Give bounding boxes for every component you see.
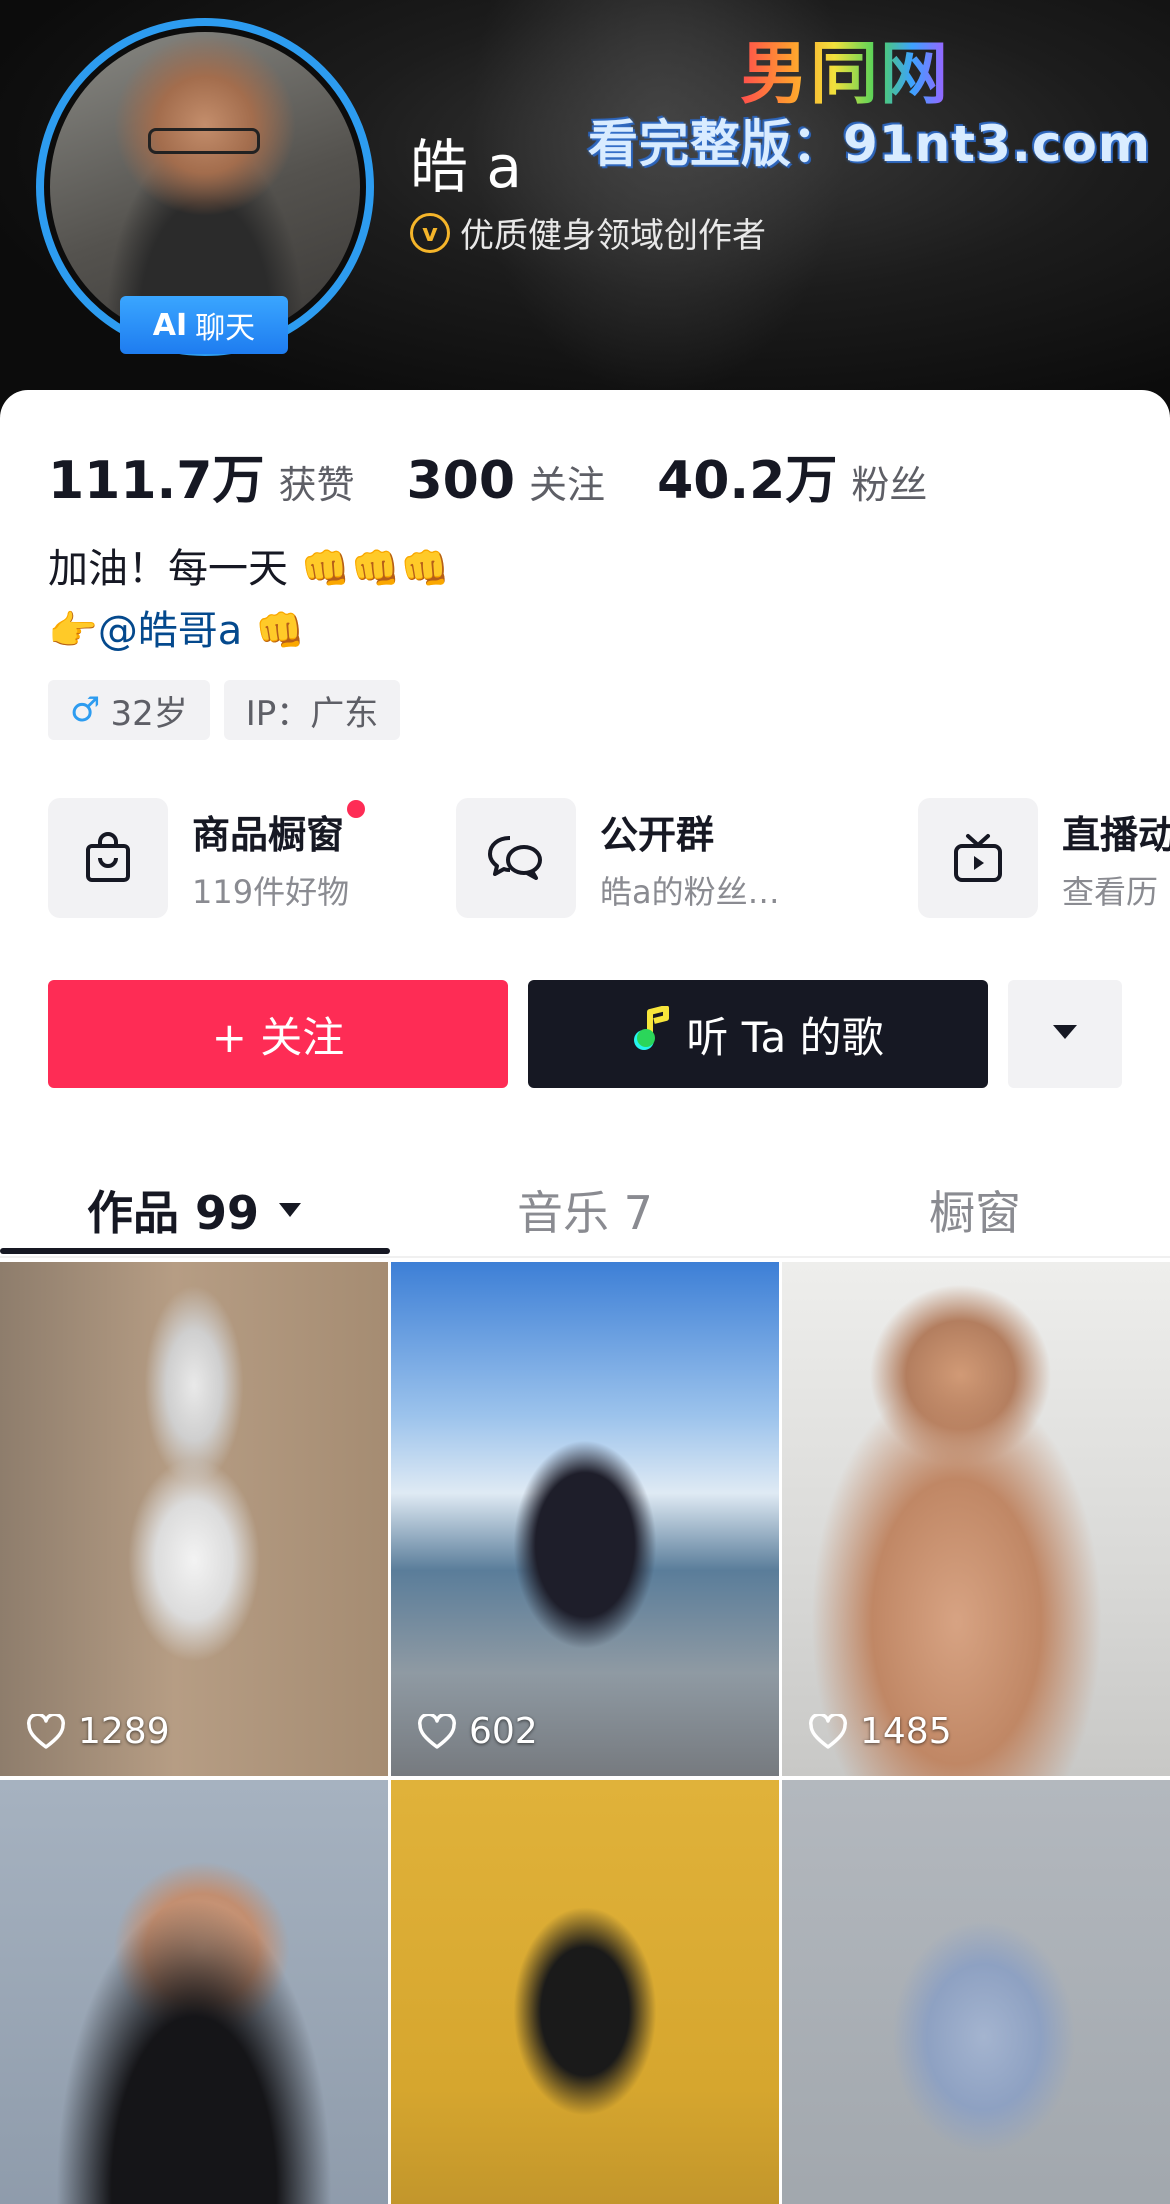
stat-following[interactable]: 300 关注 (407, 451, 606, 511)
heart-icon (418, 1713, 456, 1749)
watermark-logo: 男同网 (740, 18, 950, 117)
stat-label: 关注 (529, 463, 606, 507)
bio-text: 加油！每一天 (48, 546, 288, 592)
verified-text: 优质健身领域创作者 (460, 216, 766, 256)
video-thumbnail[interactable] (782, 1780, 1170, 2204)
quick-link-subtitle: 皓a的粉丝… (600, 872, 780, 911)
likes-count: 602 (469, 1711, 538, 1752)
quick-link-title-text: 商品橱窗 (192, 812, 345, 857)
follow-button[interactable]: + 关注 (48, 980, 508, 1088)
caret-down-icon (277, 1201, 303, 1219)
profile-tags: ♂ 32岁 IP：广东 (48, 680, 401, 740)
quick-link-live[interactable]: 直播动 查看历 (918, 798, 1170, 918)
quick-link-text: 直播动 查看历 (1062, 804, 1170, 913)
ai-badge-ai-text: AI (152, 307, 188, 343)
caret-down-icon (1051, 1023, 1079, 1045)
follow-button-label: + 关注 (211, 1012, 345, 1062)
verified-badge-icon: v (410, 212, 450, 253)
quick-links-row: 商品橱窗 119件好物 公开群 皓a的粉丝… 直播动 查看历 (48, 798, 1170, 928)
male-icon: ♂ (70, 690, 101, 730)
notification-dot (347, 799, 366, 818)
video-thumbnail[interactable]: 602 (391, 1262, 779, 1776)
bio: 加油！每一天 👊👊👊 👉@皓哥a 👊 (48, 538, 450, 662)
fist-emoji-icons: 👊👊👊 (300, 546, 451, 592)
tab-label: 作品 99 (86, 1186, 260, 1240)
action-buttons: + 关注 听 Ta 的歌 (48, 980, 1122, 1088)
music-note-icon (632, 1005, 672, 1062)
bio-line-1: 加油！每一天 👊👊👊 (48, 538, 450, 600)
bio-mention-link[interactable]: @皓哥a (98, 608, 243, 654)
ai-badge-label: 聊天 (195, 311, 256, 346)
active-tab-indicator (0, 1248, 390, 1254)
video-thumbnail[interactable] (391, 1780, 779, 2204)
heart-icon (27, 1713, 65, 1749)
quick-link-subtitle: 119件好物 (192, 872, 350, 911)
quick-link-title: 商品橱窗 (192, 799, 366, 859)
fist-emoji-icon: 👊 (255, 608, 305, 654)
video-thumbnail[interactable] (0, 1780, 388, 2204)
stats-row: 111.7万 获赞 300 关注 40.2万 粉丝 (48, 438, 979, 513)
stat-label: 粉丝 (851, 463, 928, 507)
tab-shop-window[interactable]: 橱窗 (780, 1162, 1170, 1258)
tab-works[interactable]: 作品 99 (0, 1162, 390, 1258)
profile-username: 皓 a (410, 133, 522, 201)
stat-value: 300 (406, 451, 516, 511)
stat-value: 40.2万 (657, 451, 838, 511)
age-tag: ♂ 32岁 (48, 680, 210, 740)
tab-label: 橱窗 (929, 1186, 1021, 1240)
stat-followers[interactable]: 40.2万 粉丝 (657, 438, 927, 513)
listen-song-button[interactable]: 听 Ta 的歌 (528, 980, 988, 1088)
verified-row: v 优质健身领域创作者 (410, 208, 766, 257)
avatar-glasses-shape (148, 128, 260, 154)
pointing-right-emoji-icon: 👉 (48, 608, 98, 654)
quick-link-title: 公开群 (600, 812, 715, 857)
likes-counter: 1289 (26, 1711, 170, 1752)
ip-text: IP：广东 (245, 693, 379, 734)
age-text: 32岁 (110, 693, 188, 734)
quick-link-shop-window[interactable]: 商品橱窗 119件好物 (48, 798, 366, 918)
profile-header: AI 聊天 皓 a v 优质健身领域创作者 男同网 看完整版：91nt3.com (0, 0, 1170, 420)
video-thumbnail[interactable]: 1485 (782, 1262, 1170, 1776)
likes-count: 1289 (78, 1711, 170, 1752)
quick-link-title: 直播动 (1062, 812, 1170, 857)
quick-link-text: 公开群 皓a的粉丝… (600, 804, 780, 913)
profile-page: AI 聊天 皓 a v 优质健身领域创作者 男同网 看完整版：91nt3.com… (0, 0, 1170, 2204)
video-thumbnail[interactable]: 1289 (0, 1262, 388, 1776)
shopping-bag-icon (48, 798, 168, 918)
stat-likes[interactable]: 111.7万 获赞 (48, 438, 355, 513)
likes-count: 1485 (860, 1711, 952, 1752)
content-tabs: 作品 99 音乐 7 橱窗 (0, 1162, 1170, 1258)
quick-link-text: 商品橱窗 119件好物 (192, 799, 366, 913)
likes-counter: 1485 (808, 1711, 952, 1752)
tab-label: 音乐 7 (517, 1186, 653, 1240)
tab-music[interactable]: 音乐 7 (390, 1162, 780, 1258)
quick-link-subtitle: 查看历 (1062, 872, 1159, 911)
stat-label: 获赞 (278, 463, 355, 507)
listen-song-label: 听 Ta 的歌 (686, 1012, 884, 1062)
ai-chat-badge[interactable]: AI 聊天 (120, 296, 288, 354)
group-chat-icon (456, 798, 576, 918)
quick-link-public-group[interactable]: 公开群 皓a的粉丝… (456, 798, 780, 918)
more-options-button[interactable] (1008, 980, 1122, 1088)
heart-icon (809, 1713, 847, 1749)
watermark-url: 看完整版：91nt3.com (588, 115, 1151, 173)
stat-value: 111.7万 (48, 451, 265, 511)
bio-line-2: 👉@皓哥a 👊 (48, 600, 450, 662)
profile-card: 111.7万 获赞 300 关注 40.2万 粉丝 加油！每一天 👊👊👊 👉@皓… (0, 390, 1170, 2204)
tv-icon (918, 798, 1038, 918)
likes-counter: 602 (417, 1711, 538, 1752)
ip-tag: IP：广东 (223, 680, 401, 740)
